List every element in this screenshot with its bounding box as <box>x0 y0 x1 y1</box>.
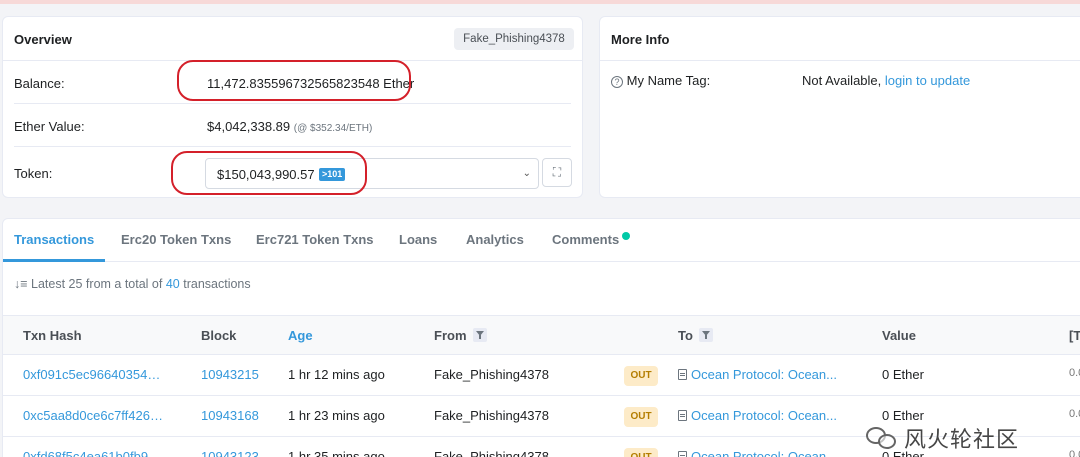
chevron-down-icon: ⌄ <box>522 168 531 179</box>
th-to: To <box>678 328 713 343</box>
txn-fee-cut: 0.0 <box>1069 408 1080 420</box>
txn-from: Fake_Phishing4378 <box>434 367 549 382</box>
tab-comments[interactable]: Comments <box>552 232 619 247</box>
more-info-header: More Info <box>600 17 1080 61</box>
top-alert-strip <box>0 0 1080 4</box>
tab-analytics[interactable]: Analytics <box>466 232 524 247</box>
txn-fee-cut: 0.0 <box>1069 449 1080 457</box>
th-block: Block <box>201 328 237 343</box>
block-link[interactable]: 10943168 <box>201 408 259 423</box>
ether-price: (@ $352.34/ETH) <box>293 123 373 134</box>
login-to-update-link[interactable]: login to update <box>885 73 970 88</box>
ether-value: $4,042,338.89 (@ $352.34/ETH) <box>207 119 372 134</box>
block-link[interactable]: 10943215 <box>201 367 259 382</box>
txn-hash-link[interactable]: 0xf091c5ec966403544... <box>23 367 165 382</box>
watermark-text: 风火轮社区 <box>904 427 1020 452</box>
txn-to-link[interactable]: Ocean Protocol: Ocean... <box>678 367 838 382</box>
txn-hash-link[interactable]: 0xfd68f5c4ea61b0fb9e... <box>23 449 165 457</box>
overview-title: Overview <box>14 32 72 47</box>
highlight-ring-token <box>171 151 367 195</box>
more-info-card: More Info ? My Name Tag: Not Available, … <box>599 16 1080 198</box>
th-value: Value <box>882 328 916 343</box>
balance-label: Balance: <box>14 76 65 91</box>
comments-new-dot <box>622 232 630 240</box>
txn-value: 0 Ether <box>882 408 924 423</box>
highlight-ring-balance <box>177 60 411 101</box>
table-header: Txn Hash Block Age From To Value [T <box>3 315 1080 355</box>
wechat-logo-icon <box>866 425 898 451</box>
txn-to-link[interactable]: Ocean Protocol: Ocean... <box>678 449 838 457</box>
overview-header: Overview Fake_Phishing4378 <box>3 17 582 61</box>
th-age[interactable]: Age <box>288 328 313 343</box>
filter-icon[interactable] <box>698 328 713 342</box>
ether-value-amount: $4,042,338.89 <box>207 119 291 134</box>
th-txn-fee-cut: [T <box>1069 328 1080 343</box>
txn-fee-cut: 0.0 <box>1069 367 1080 379</box>
txn-age: 1 hr 12 mins ago <box>288 367 385 382</box>
ether-value-label: Ether Value: <box>14 119 85 134</box>
divider <box>14 103 571 104</box>
table-row: 0xf091c5ec966403544... 10943215 1 hr 12 … <box>3 355 1080 396</box>
filter-icon[interactable] <box>472 328 487 342</box>
tab-transactions[interactable]: Transactions <box>14 232 94 247</box>
txn-value: 0 Ether <box>882 367 924 382</box>
tab-bar: Transactions Erc20 Token Txns Erc721 Tok… <box>3 219 1080 262</box>
token-label: Token: <box>14 166 53 181</box>
direction-badge: OUT <box>624 448 658 457</box>
name-tag-value: Not Available, login to update <box>802 73 971 88</box>
tab-erc721-token-txns[interactable]: Erc721 Token Txns <box>256 232 374 247</box>
address-name-badge: Fake_Phishing4378 <box>454 28 574 50</box>
transactions-summary: ↓≡ Latest 25 from a total of 40 transact… <box>14 277 251 291</box>
question-circle-icon: ? <box>611 76 623 88</box>
name-tag-label: ? My Name Tag: <box>611 73 710 88</box>
contract-doc-icon <box>678 410 687 421</box>
more-info-title: More Info <box>611 32 670 47</box>
direction-badge: OUT <box>624 407 658 427</box>
txn-from: Fake_Phishing4378 <box>434 408 549 423</box>
txn-hash-link[interactable]: 0xc5aa8d0ce6c7ff426d... <box>23 408 165 423</box>
txn-age: 1 hr 23 mins ago <box>288 408 385 423</box>
expand-icon[interactable]: ⛶ <box>542 158 572 187</box>
active-tab-underline <box>3 259 105 262</box>
block-link[interactable]: 10943123 <box>201 449 259 457</box>
contract-doc-icon <box>678 369 687 380</box>
txn-from: Fake_Phishing4378 <box>434 449 549 457</box>
direction-badge: OUT <box>624 366 658 386</box>
th-from: From <box>434 328 487 343</box>
watermark: 风火轮社区 <box>866 423 1019 453</box>
txn-age: 1 hr 35 mins ago <box>288 449 385 457</box>
total-transactions-link[interactable]: 40 <box>166 277 180 291</box>
tab-loans[interactable]: Loans <box>399 232 437 247</box>
tab-erc20-token-txns[interactable]: Erc20 Token Txns <box>121 232 231 247</box>
contract-doc-icon <box>678 451 687 457</box>
divider <box>14 146 571 147</box>
txn-to-link[interactable]: Ocean Protocol: Ocean... <box>678 408 838 423</box>
sort-icon: ↓≡ <box>14 277 28 291</box>
th-txn-hash: Txn Hash <box>23 328 82 343</box>
